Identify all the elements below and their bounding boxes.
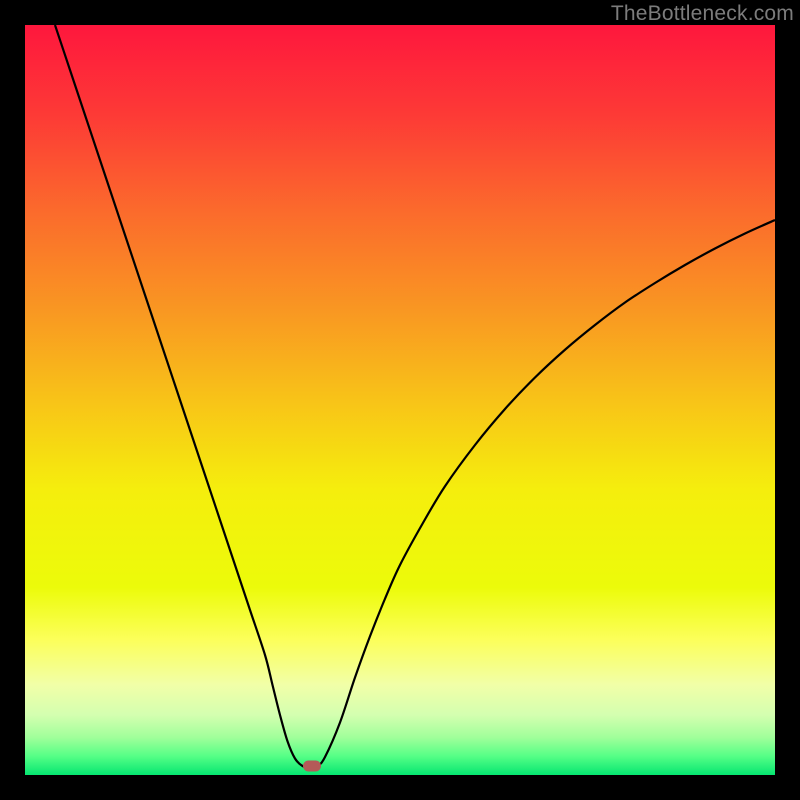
- chart-frame: TheBottleneck.com: [0, 0, 800, 800]
- plot-area: [25, 25, 775, 775]
- watermark-text: TheBottleneck.com: [611, 2, 794, 26]
- chart-line: [25, 25, 775, 775]
- optimal-point-marker: [303, 761, 321, 772]
